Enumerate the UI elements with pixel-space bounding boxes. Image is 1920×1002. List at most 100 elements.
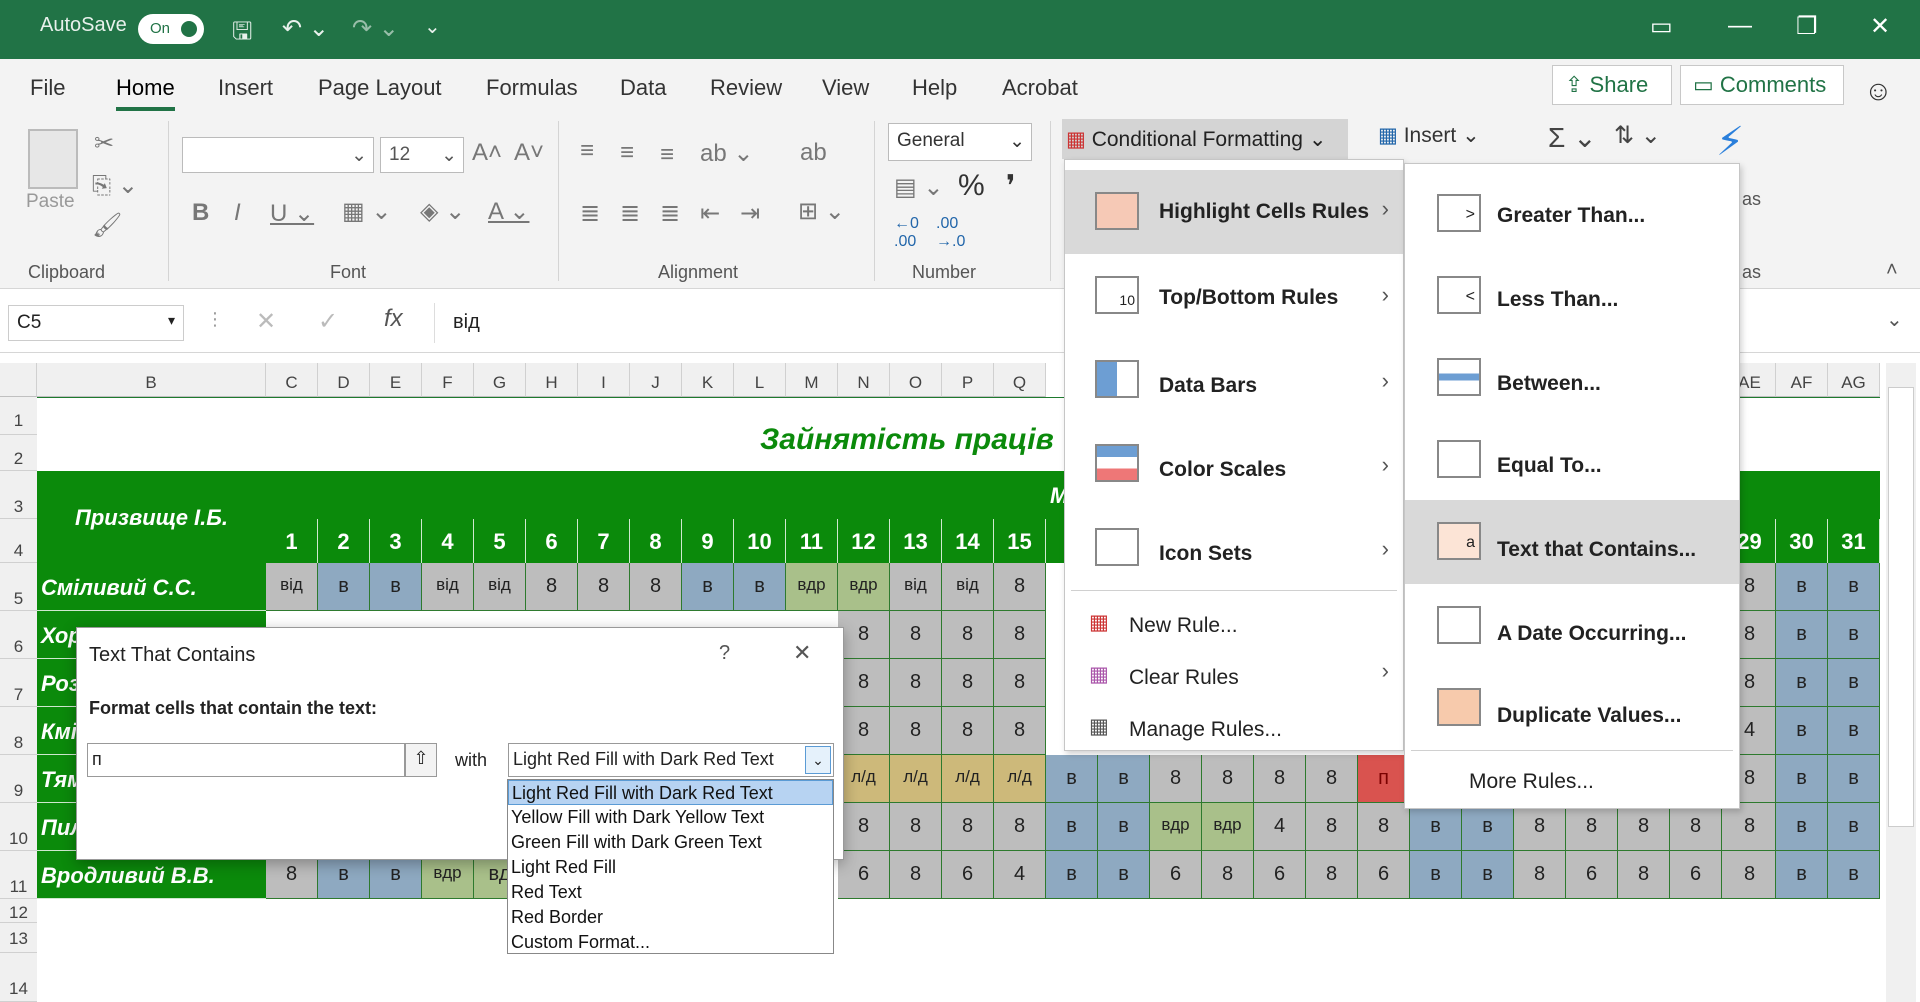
tab-page-layout[interactable]: Page Layout: [318, 75, 442, 101]
format-option[interactable]: Red Border: [508, 905, 833, 930]
table-cell[interactable]: 8: [1202, 851, 1254, 899]
column-header[interactable]: P: [942, 363, 994, 397]
format-option[interactable]: Light Red Fill with Dark Red Text: [508, 780, 833, 805]
name-box[interactable]: C5 ▾: [8, 305, 184, 341]
minimize-icon[interactable]: —: [1728, 12, 1752, 40]
menu-item-top-bottom-rules[interactable]: 10 Top/Bottom Rules ›: [1065, 254, 1403, 338]
format-option[interactable]: Red Text: [508, 880, 833, 905]
comma-style-icon[interactable]: ❜: [1006, 169, 1016, 204]
table-cell[interactable]: 8: [994, 803, 1046, 851]
ideas-icon[interactable]: ⚡: [1716, 119, 1744, 165]
tab-data[interactable]: Data: [620, 75, 666, 101]
row-header[interactable]: 6: [0, 611, 37, 659]
column-header[interactable]: D: [318, 363, 370, 397]
column-header[interactable]: O: [890, 363, 942, 397]
table-cell[interactable]: 8: [1618, 851, 1670, 899]
table-cell[interactable]: в: [1828, 707, 1880, 755]
format-option[interactable]: Green Fill with Dark Green Text: [508, 830, 833, 855]
insert-cells-button[interactable]: ▦ Insert ⌄: [1378, 123, 1480, 148]
italic-icon[interactable]: I: [234, 199, 241, 227]
menu-item-manage-rules[interactable]: ▦ Manage Rules...: [1065, 704, 1403, 754]
table-cell[interactable]: в: [1046, 851, 1098, 899]
table-cell[interactable]: 8: [1306, 803, 1358, 851]
collapse-ribbon-icon[interactable]: ˄: [1886, 259, 1898, 282]
row-header[interactable]: 7: [0, 659, 37, 707]
table-cell[interactable]: 8: [1150, 755, 1202, 803]
row-header[interactable]: 4: [0, 519, 37, 563]
menu-item-text-that-contains[interactable]: a Text that Contains...: [1405, 500, 1739, 584]
table-cell[interactable]: 8: [1306, 755, 1358, 803]
column-header[interactable]: Q: [994, 363, 1046, 397]
table-cell[interactable]: 8: [838, 659, 890, 707]
insert-function-icon[interactable]: fx: [384, 305, 403, 333]
table-cell[interactable]: 8: [994, 659, 1046, 707]
row-header[interactable]: 2: [0, 435, 37, 471]
table-cell[interactable]: 8: [838, 611, 890, 659]
table-cell[interactable]: 8: [890, 659, 942, 707]
tab-help[interactable]: Help: [912, 75, 957, 101]
table-cell[interactable]: в: [734, 563, 786, 611]
table-cell[interactable]: 8: [838, 707, 890, 755]
table-cell[interactable]: 8: [578, 563, 630, 611]
row-header[interactable]: 5: [0, 563, 37, 611]
align-middle-icon[interactable]: ≡: [620, 139, 634, 167]
merge-center-icon[interactable]: ⊞ ⌄: [798, 197, 845, 226]
format-option[interactable]: Custom Format...: [508, 930, 833, 955]
help-button[interactable]: ?: [719, 642, 730, 665]
menu-item-icon-sets[interactable]: Icon Sets ›: [1065, 506, 1403, 590]
table-cell[interactable]: 8: [1618, 803, 1670, 851]
table-cell[interactable]: л/д: [838, 755, 890, 803]
column-header[interactable]: G: [474, 363, 526, 397]
table-cell[interactable]: в: [1828, 659, 1880, 707]
table-cell[interactable]: 8: [890, 611, 942, 659]
table-cell[interactable]: в: [1098, 851, 1150, 899]
share-button[interactable]: ⇪ Share: [1552, 65, 1672, 105]
save-icon[interactable]: 🖫: [232, 14, 252, 55]
redo-icon[interactable]: ↷ ⌄: [352, 14, 399, 43]
table-cell[interactable]: вдр: [1202, 803, 1254, 851]
column-header[interactable]: J: [630, 363, 682, 397]
borders-icon[interactable]: ▦ ⌄: [342, 197, 391, 226]
table-cell[interactable]: в: [1046, 803, 1098, 851]
format-painter-icon[interactable]: 🖌: [92, 211, 122, 240]
table-cell[interactable]: від: [266, 563, 318, 611]
autosave-toggle[interactable]: On: [138, 14, 204, 44]
table-cell[interactable]: 8: [890, 803, 942, 851]
table-cell[interactable]: в: [1776, 659, 1828, 707]
table-cell[interactable]: від: [890, 563, 942, 611]
tab-review[interactable]: Review: [710, 75, 782, 101]
table-cell[interactable]: в: [1828, 803, 1880, 851]
table-cell[interactable]: 8: [1202, 755, 1254, 803]
table-cell[interactable]: 8: [994, 707, 1046, 755]
paste-icon[interactable]: [28, 129, 78, 189]
close-icon[interactable]: ✕: [1870, 12, 1890, 41]
table-cell[interactable]: від: [942, 563, 994, 611]
column-header[interactable]: H: [526, 363, 578, 397]
tab-home[interactable]: Home: [116, 75, 175, 111]
restore-icon[interactable]: ❐: [1796, 12, 1818, 41]
table-cell[interactable]: л/д: [994, 755, 1046, 803]
ribbon-display-icon[interactable]: ▭: [1650, 12, 1673, 41]
row-header[interactable]: 1: [0, 397, 37, 435]
table-cell[interactable]: вдр: [1150, 803, 1202, 851]
paste-button[interactable]: Paste: [26, 191, 75, 213]
row-header[interactable]: 12: [0, 899, 37, 923]
align-left-icon[interactable]: ≣: [580, 199, 600, 228]
row-header[interactable]: 10: [0, 803, 37, 851]
table-cell[interactable]: 8: [942, 611, 994, 659]
row-header[interactable]: 3: [0, 471, 37, 519]
table-cell[interactable]: в: [370, 563, 422, 611]
table-cell[interactable]: в: [1776, 755, 1828, 803]
table-cell[interactable]: вдр: [838, 563, 890, 611]
table-cell[interactable]: в: [1462, 803, 1514, 851]
align-center-icon[interactable]: ≣: [620, 199, 640, 228]
table-cell[interactable]: 4: [1254, 803, 1306, 851]
table-cell[interactable]: від: [422, 563, 474, 611]
copy-icon[interactable]: ⎘ ⌄: [92, 171, 138, 200]
row-header[interactable]: 14: [0, 953, 37, 1002]
table-cell[interactable]: 8: [1724, 803, 1776, 851]
table-cell[interactable]: в: [1098, 803, 1150, 851]
select-all-corner[interactable]: [0, 363, 37, 397]
scroll-thumb[interactable]: [1888, 387, 1914, 827]
font-name-box[interactable]: ⌄: [182, 137, 374, 173]
